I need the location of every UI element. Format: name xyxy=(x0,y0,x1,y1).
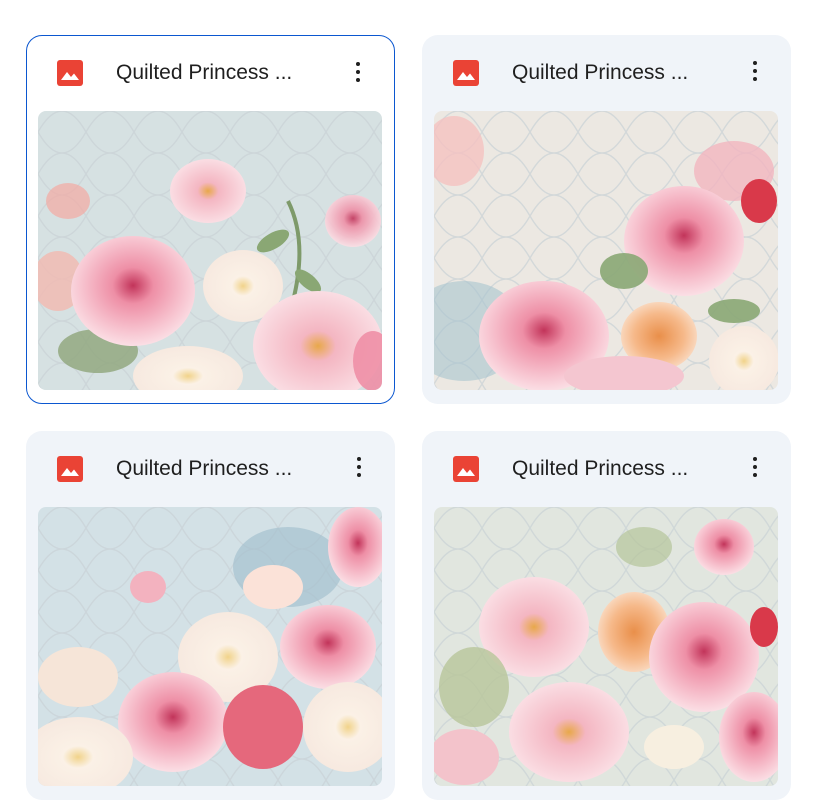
file-card[interactable]: Quilted Princess ... xyxy=(26,431,395,800)
more-actions-icon[interactable] xyxy=(737,53,773,89)
more-actions-icon[interactable] xyxy=(341,449,377,485)
file-title: Quilted Princess ... xyxy=(512,457,689,480)
file-card-header: Quilted Princess ... xyxy=(422,431,791,507)
file-title: Quilted Princess ... xyxy=(512,61,689,84)
more-actions-icon[interactable] xyxy=(737,449,773,485)
file-card-header: Quilted Princess ... xyxy=(27,36,394,112)
file-card[interactable]: Quilted Princess ... xyxy=(26,35,395,404)
file-card-header: Quilted Princess ... xyxy=(26,431,395,507)
image-icon xyxy=(453,456,479,482)
file-thumbnail[interactable] xyxy=(38,111,382,390)
file-card[interactable]: Quilted Princess ... xyxy=(422,35,791,404)
file-thumbnail[interactable] xyxy=(434,507,778,786)
file-card-header: Quilted Princess ... xyxy=(422,35,791,111)
file-thumbnail[interactable] xyxy=(38,507,382,786)
image-icon xyxy=(57,456,83,482)
file-grid: Quilted Princess ... Quilted Princess ..… xyxy=(0,0,814,810)
file-card[interactable]: Quilted Princess ... xyxy=(422,431,791,800)
file-thumbnail[interactable] xyxy=(434,111,778,390)
more-actions-icon[interactable] xyxy=(340,54,376,90)
image-icon xyxy=(453,60,479,86)
image-icon xyxy=(57,60,83,86)
file-title: Quilted Princess ... xyxy=(116,61,293,84)
file-title: Quilted Princess ... xyxy=(116,457,293,480)
